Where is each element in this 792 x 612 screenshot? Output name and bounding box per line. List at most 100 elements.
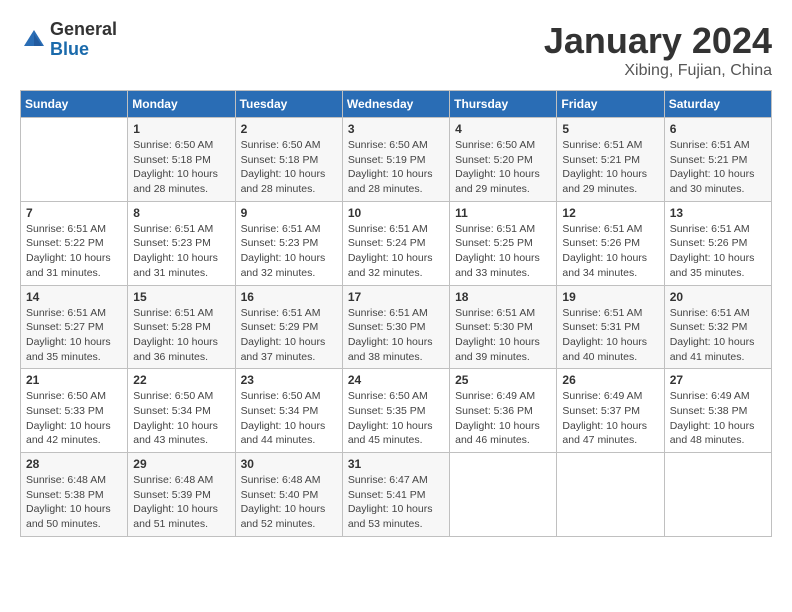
calendar-cell: 3 Sunrise: 6:50 AM Sunset: 5:19 PM Daylig… <box>342 118 449 202</box>
day-number: 28 <box>26 457 122 471</box>
calendar-cell <box>557 453 664 537</box>
day-info: Sunrise: 6:51 AM Sunset: 5:30 PM Dayligh… <box>455 306 551 365</box>
day-info: Sunrise: 6:51 AM Sunset: 5:23 PM Dayligh… <box>241 222 337 281</box>
day-info: Sunrise: 6:49 AM Sunset: 5:38 PM Dayligh… <box>670 389 766 448</box>
day-info: Sunrise: 6:51 AM Sunset: 5:32 PM Dayligh… <box>670 306 766 365</box>
day-number: 3 <box>348 122 444 136</box>
day-number: 24 <box>348 373 444 387</box>
day-info: Sunrise: 6:51 AM Sunset: 5:24 PM Dayligh… <box>348 222 444 281</box>
day-info: Sunrise: 6:51 AM Sunset: 5:25 PM Dayligh… <box>455 222 551 281</box>
day-number: 22 <box>133 373 229 387</box>
calendar-cell: 5 Sunrise: 6:51 AM Sunset: 5:21 PM Daylig… <box>557 118 664 202</box>
day-number: 14 <box>26 290 122 304</box>
logo-icon <box>20 26 48 54</box>
day-number: 9 <box>241 206 337 220</box>
title-block: January 2024 Xibing, Fujian, China <box>544 20 772 80</box>
day-info: Sunrise: 6:50 AM Sunset: 5:20 PM Dayligh… <box>455 138 551 197</box>
day-info: Sunrise: 6:51 AM Sunset: 5:31 PM Dayligh… <box>562 306 658 365</box>
calendar-cell: 8Sunrise: 6:51 AM Sunset: 5:23 PM Daylig… <box>128 201 235 285</box>
day-info: Sunrise: 6:50 AM Sunset: 5:34 PM Dayligh… <box>133 389 229 448</box>
calendar-header-saturday: Saturday <box>664 91 771 118</box>
calendar-week-row: 14 Sunrise: 6:51 AM Sunset: 5:27 PM Dayli… <box>21 285 772 369</box>
calendar-cell: 28 Sunrise: 6:48 AM Sunset: 5:38 PM Dayli… <box>21 453 128 537</box>
day-number: 26 <box>562 373 658 387</box>
day-number: 1 <box>133 122 229 136</box>
calendar-week-row: 1 Sunrise: 6:50 AM Sunset: 5:18 PM Daylig… <box>21 118 772 202</box>
calendar-cell: 22 Sunrise: 6:50 AM Sunset: 5:34 PM Dayli… <box>128 369 235 453</box>
day-info: Sunrise: 6:51 AM Sunset: 5:30 PM Dayligh… <box>348 306 444 365</box>
day-number: 16 <box>241 290 337 304</box>
calendar-header-wednesday: Wednesday <box>342 91 449 118</box>
calendar-week-row: 28 Sunrise: 6:48 AM Sunset: 5:38 PM Dayli… <box>21 453 772 537</box>
calendar-cell: 2Sunrise: 6:50 AM Sunset: 5:18 PM Daylig… <box>235 118 342 202</box>
logo: General Blue <box>20 20 117 60</box>
calendar-cell: 26 Sunrise: 6:49 AM Sunset: 5:37 PM Dayli… <box>557 369 664 453</box>
day-number: 13 <box>670 206 766 220</box>
day-info: Sunrise: 6:49 AM Sunset: 5:36 PM Dayligh… <box>455 389 551 448</box>
day-info: Sunrise: 6:50 AM Sunset: 5:18 PM Dayligh… <box>133 138 229 197</box>
calendar-cell: 17Sunrise: 6:51 AM Sunset: 5:30 PM Dayli… <box>342 285 449 369</box>
calendar-header-row: SundayMondayTuesdayWednesdayThursdayFrid… <box>21 91 772 118</box>
calendar-cell: 4Sunrise: 6:50 AM Sunset: 5:20 PM Daylig… <box>450 118 557 202</box>
calendar-week-row: 21Sunrise: 6:50 AM Sunset: 5:33 PM Dayli… <box>21 369 772 453</box>
day-info: Sunrise: 6:51 AM Sunset: 5:27 PM Dayligh… <box>26 306 122 365</box>
day-info: Sunrise: 6:49 AM Sunset: 5:37 PM Dayligh… <box>562 389 658 448</box>
day-info: Sunrise: 6:50 AM Sunset: 5:33 PM Dayligh… <box>26 389 122 448</box>
day-number: 31 <box>348 457 444 471</box>
calendar-header-sunday: Sunday <box>21 91 128 118</box>
calendar-cell: 6 Sunrise: 6:51 AM Sunset: 5:21 PM Daylig… <box>664 118 771 202</box>
calendar-title: January 2024 <box>544 20 772 62</box>
logo-text: General Blue <box>50 20 117 60</box>
calendar-header-thursday: Thursday <box>450 91 557 118</box>
calendar-cell: 16 Sunrise: 6:51 AM Sunset: 5:29 PM Dayli… <box>235 285 342 369</box>
day-info: Sunrise: 6:51 AM Sunset: 5:26 PM Dayligh… <box>670 222 766 281</box>
day-number: 6 <box>670 122 766 136</box>
day-info: Sunrise: 6:48 AM Sunset: 5:38 PM Dayligh… <box>26 473 122 532</box>
calendar-cell: 15 Sunrise: 6:51 AM Sunset: 5:28 PM Dayli… <box>128 285 235 369</box>
day-number: 11 <box>455 206 551 220</box>
day-info: Sunrise: 6:50 AM Sunset: 5:19 PM Dayligh… <box>348 138 444 197</box>
calendar-cell: 25Sunrise: 6:49 AM Sunset: 5:36 PM Dayli… <box>450 369 557 453</box>
calendar-cell: 10 Sunrise: 6:51 AM Sunset: 5:24 PM Dayli… <box>342 201 449 285</box>
day-number: 7 <box>26 206 122 220</box>
calendar-cell <box>664 453 771 537</box>
day-number: 10 <box>348 206 444 220</box>
day-info: Sunrise: 6:50 AM Sunset: 5:18 PM Dayligh… <box>241 138 337 197</box>
day-info: Sunrise: 6:51 AM Sunset: 5:21 PM Dayligh… <box>562 138 658 197</box>
day-number: 27 <box>670 373 766 387</box>
day-info: Sunrise: 6:48 AM Sunset: 5:39 PM Dayligh… <box>133 473 229 532</box>
calendar-cell: 13 Sunrise: 6:51 AM Sunset: 5:26 PM Dayli… <box>664 201 771 285</box>
day-info: Sunrise: 6:51 AM Sunset: 5:28 PM Dayligh… <box>133 306 229 365</box>
calendar-cell: 27 Sunrise: 6:49 AM Sunset: 5:38 PM Dayli… <box>664 369 771 453</box>
calendar-cell: 24 Sunrise: 6:50 AM Sunset: 5:35 PM Dayli… <box>342 369 449 453</box>
calendar-subtitle: Xibing, Fujian, China <box>544 62 772 80</box>
day-number: 5 <box>562 122 658 136</box>
calendar-header-tuesday: Tuesday <box>235 91 342 118</box>
calendar-cell: 23Sunrise: 6:50 AM Sunset: 5:34 PM Dayli… <box>235 369 342 453</box>
day-number: 19 <box>562 290 658 304</box>
calendar-cell <box>21 118 128 202</box>
day-number: 20 <box>670 290 766 304</box>
day-number: 18 <box>455 290 551 304</box>
day-info: Sunrise: 6:48 AM Sunset: 5:40 PM Dayligh… <box>241 473 337 532</box>
day-info: Sunrise: 6:47 AM Sunset: 5:41 PM Dayligh… <box>348 473 444 532</box>
day-info: Sunrise: 6:51 AM Sunset: 5:21 PM Dayligh… <box>670 138 766 197</box>
calendar-cell: 11 Sunrise: 6:51 AM Sunset: 5:25 PM Dayli… <box>450 201 557 285</box>
day-info: Sunrise: 6:51 AM Sunset: 5:23 PM Dayligh… <box>133 222 229 281</box>
calendar-cell: 14 Sunrise: 6:51 AM Sunset: 5:27 PM Dayli… <box>21 285 128 369</box>
day-info: Sunrise: 6:51 AM Sunset: 5:22 PM Dayligh… <box>26 222 122 281</box>
calendar-header-friday: Friday <box>557 91 664 118</box>
calendar-cell: 19 Sunrise: 6:51 AM Sunset: 5:31 PM Dayli… <box>557 285 664 369</box>
calendar-cell: 29 Sunrise: 6:48 AM Sunset: 5:39 PM Dayli… <box>128 453 235 537</box>
day-number: 30 <box>241 457 337 471</box>
day-number: 23 <box>241 373 337 387</box>
day-number: 12 <box>562 206 658 220</box>
calendar-cell: 7 Sunrise: 6:51 AM Sunset: 5:22 PM Daylig… <box>21 201 128 285</box>
calendar-cell: 18 Sunrise: 6:51 AM Sunset: 5:30 PM Dayli… <box>450 285 557 369</box>
day-info: Sunrise: 6:51 AM Sunset: 5:29 PM Dayligh… <box>241 306 337 365</box>
day-info: Sunrise: 6:51 AM Sunset: 5:26 PM Dayligh… <box>562 222 658 281</box>
day-number: 15 <box>133 290 229 304</box>
day-number: 29 <box>133 457 229 471</box>
calendar-cell: 1 Sunrise: 6:50 AM Sunset: 5:18 PM Daylig… <box>128 118 235 202</box>
day-info: Sunrise: 6:50 AM Sunset: 5:35 PM Dayligh… <box>348 389 444 448</box>
